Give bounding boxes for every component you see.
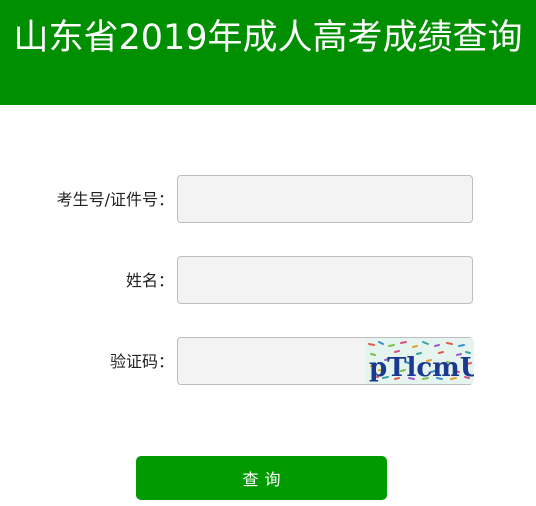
exam-id-input[interactable] bbox=[177, 175, 473, 223]
query-button[interactable]: 查询 bbox=[136, 456, 387, 500]
exam-id-label: 考生号/证件号： bbox=[56, 190, 174, 209]
name-row: 姓名： bbox=[0, 256, 536, 306]
captcha-text: pTlcmU bbox=[369, 353, 474, 383]
page-header: 山东省2019年成人高考成绩查询 bbox=[0, 0, 536, 105]
captcha-graphic: pTlcmU bbox=[365, 338, 474, 384]
exam-id-row: 考生号/证件号： bbox=[0, 175, 536, 225]
captcha-label: 验证码： bbox=[109, 352, 174, 371]
name-label: 姓名： bbox=[125, 271, 174, 290]
name-input[interactable] bbox=[177, 256, 473, 304]
captcha-row: 验证码： pTlcmU bbox=[0, 337, 536, 387]
page-title: 山东省2019年成人高考成绩查询 bbox=[13, 18, 523, 58]
captcha-image[interactable]: pTlcmU bbox=[365, 338, 474, 384]
